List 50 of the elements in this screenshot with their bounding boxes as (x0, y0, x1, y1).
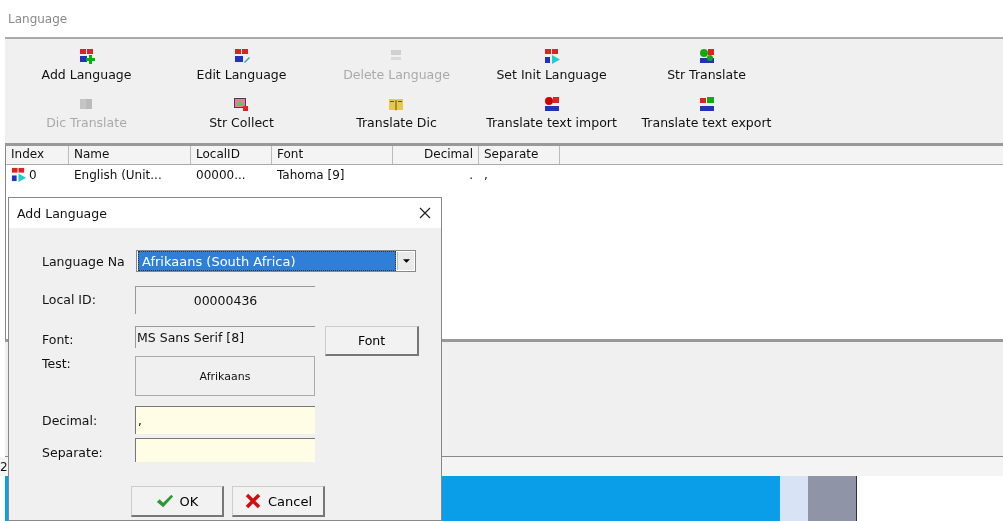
field-label: Font: (42, 331, 75, 347)
cancel-button[interactable]: Cancel (232, 486, 325, 517)
scrollbar-track (780, 476, 808, 521)
field-label: Local ID: (42, 291, 97, 307)
dialog-title: Add Language (17, 205, 107, 221)
window-title: Language (8, 11, 68, 26)
checkmark-icon (155, 493, 174, 509)
language-play-icon (11, 167, 26, 182)
toolbar-button[interactable]: Translate Dic (356, 91, 437, 135)
font-field: MS Sans Serif [8] (135, 326, 315, 348)
toolbar-button[interactable]: Str Collect (209, 91, 274, 135)
decimal-field[interactable]: , (135, 406, 315, 434)
toolbar-button[interactable]: Translate text import (486, 91, 617, 135)
field-label: Separate: (42, 444, 104, 460)
scrollbar-thumb (808, 476, 857, 521)
language-pencil-icon (233, 48, 250, 64)
caret-icon[interactable] (402, 259, 410, 263)
column-header[interactable]: Name (69, 146, 191, 164)
table-cell-text: Tahoma [9] (276, 167, 346, 182)
status-text: 2 (0, 459, 8, 474)
toolbar-button[interactable]: Set Init Language (496, 43, 607, 87)
ok-button[interactable]: OK (131, 486, 224, 517)
toolbar-button[interactable]: Str Translate (667, 43, 746, 87)
table-cell-text: English (Unit... (73, 167, 163, 182)
column-header[interactable]: Decimal (393, 146, 479, 164)
font-button[interactable]: Font (325, 326, 419, 356)
language-dropdown[interactable]: Afrikaans (South Africa) (136, 250, 416, 272)
close-icon[interactable] (419, 207, 431, 219)
open-book-icon (388, 96, 405, 112)
field-label: Test: (42, 356, 72, 371)
separate-field[interactable] (135, 438, 315, 462)
font-preview: Afrikaans (135, 356, 315, 396)
toolbar-button[interactable]: Edit Language (196, 43, 287, 87)
table-cell: 0 (29, 167, 37, 182)
column-header[interactable]: Font (272, 146, 393, 164)
field-label: Language Na (42, 253, 126, 269)
column-header[interactable]: Separate (479, 146, 560, 164)
column-header[interactable]: LocalID (191, 146, 272, 164)
language-play-icon (543, 48, 560, 64)
picture-icon (233, 96, 250, 112)
table-cell-text: . (468, 167, 474, 182)
local-id-field: 00000436 (135, 286, 315, 314)
table-cell-text: 00000... (195, 167, 247, 182)
toolbar-button[interactable]: Translate text export (641, 91, 772, 135)
cross-icon (243, 493, 262, 509)
field-label: Decimal: (42, 412, 99, 428)
table-cell-text: , (483, 167, 489, 182)
toolbar-button[interactable]: Add Language (41, 43, 132, 87)
column-header[interactable]: Index (6, 146, 69, 164)
language-plus-icon (78, 48, 95, 64)
